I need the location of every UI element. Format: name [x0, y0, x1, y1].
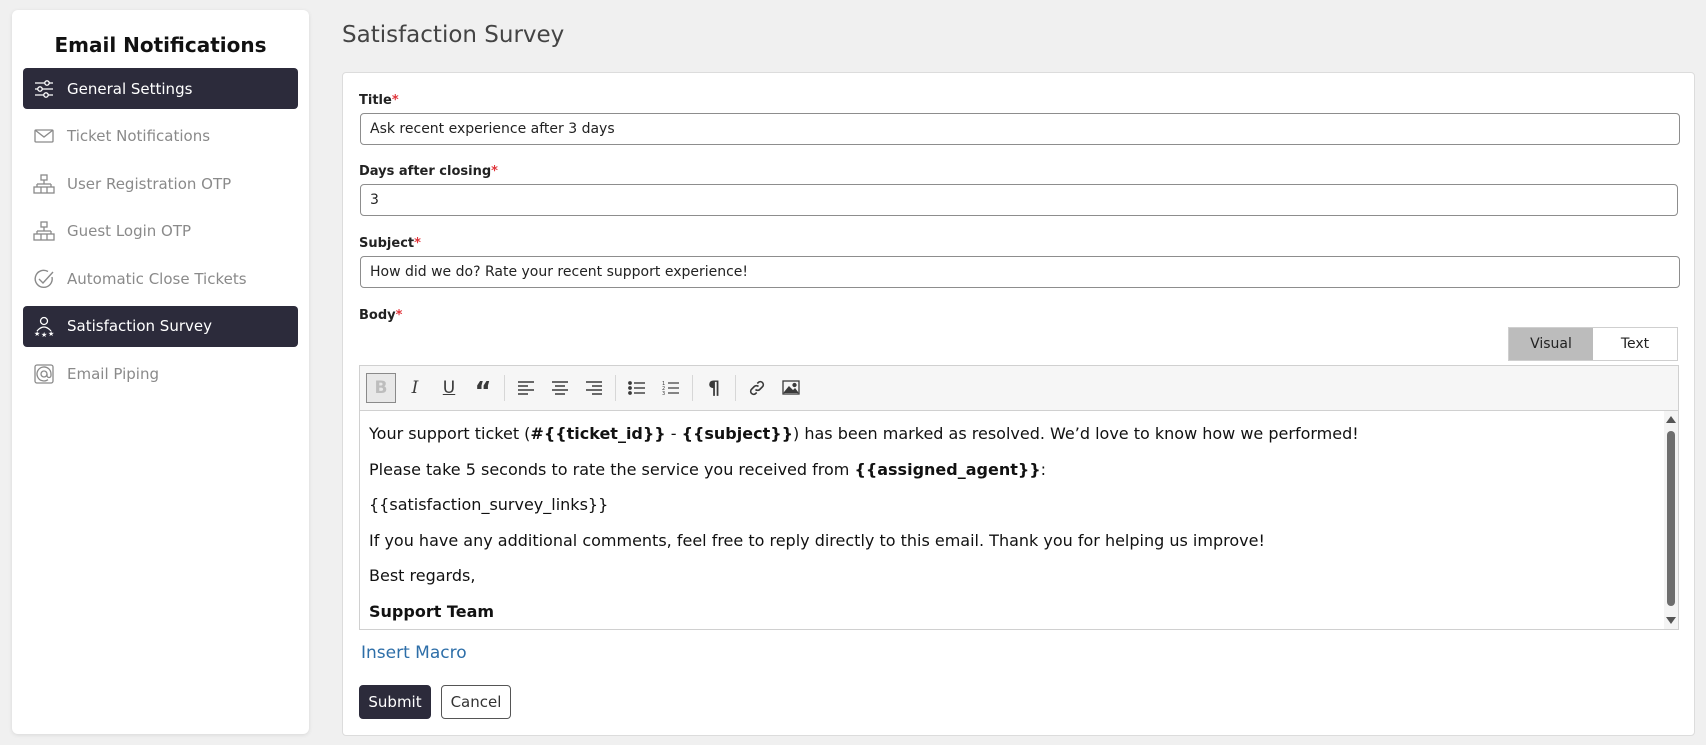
- sidebar-item-label: Email Piping: [67, 364, 159, 383]
- sidebar: Email Notifications General Settings Tic…: [12, 10, 309, 734]
- days-after-closing-input[interactable]: [360, 184, 1678, 216]
- insert-macro-link[interactable]: Insert Macro: [361, 643, 467, 663]
- body-line: Your support ticket (#{{ticket_id}} - {{…: [369, 424, 1359, 443]
- network-icon: [33, 173, 55, 195]
- sidebar-item-satisfaction-survey[interactable]: ★ ★ ★ Satisfaction Survey: [23, 305, 298, 347]
- bold-icon: B: [374, 378, 388, 398]
- required-mark: *: [414, 236, 421, 251]
- svg-text:★: ★: [41, 331, 47, 337]
- sidebar-item-general-settings[interactable]: General Settings: [23, 68, 298, 109]
- paragraph-icon: ¶: [707, 377, 721, 399]
- editor-mode-toggle: Visual Text: [1508, 327, 1678, 361]
- cancel-button[interactable]: Cancel: [441, 685, 511, 719]
- required-mark: *: [391, 93, 399, 108]
- sidebar-item-label: Automatic Close Tickets: [67, 269, 247, 288]
- svg-text:★: ★: [34, 330, 40, 337]
- scroll-down-arrow-icon[interactable]: [1666, 617, 1676, 624]
- user-stars-icon: ★ ★ ★: [33, 315, 55, 337]
- sidebar-list: General Settings Ticket Notifications Us…: [12, 68, 309, 394]
- body-line: {{satisfaction_survey_links}}: [369, 495, 609, 514]
- numbered-list-icon: 123: [662, 381, 679, 397]
- check-circle-icon: [33, 268, 55, 290]
- italic-button[interactable]: I: [400, 373, 430, 403]
- body-line: Best regards,: [369, 566, 476, 585]
- svg-text:3: 3: [662, 391, 665, 397]
- subject-input[interactable]: [360, 256, 1680, 288]
- blockquote-button[interactable]: “: [468, 373, 498, 407]
- body-editor: B I U “ 123 ¶ Your support ticket (#{{ti…: [359, 365, 1679, 630]
- required-mark: *: [395, 308, 403, 323]
- title-input[interactable]: [360, 113, 1680, 145]
- editor-toolbar: B I U “ 123 ¶: [360, 366, 1678, 411]
- scroll-up-arrow-icon[interactable]: [1666, 416, 1676, 423]
- svg-text:★: ★: [48, 330, 54, 337]
- bullet-list-icon: [628, 381, 645, 395]
- numbered-list-button[interactable]: 123: [656, 373, 686, 403]
- sidebar-item-label: Guest Login OTP: [67, 222, 192, 240]
- network-icon: [33, 220, 55, 242]
- sidebar-item-guest-login-otp[interactable]: Guest Login OTP: [23, 211, 298, 252]
- underline-button[interactable]: U: [434, 373, 464, 403]
- bold-button[interactable]: B: [366, 373, 396, 403]
- form-panel: Title* Days after closing* Subject* Body…: [342, 72, 1695, 736]
- bullet-list-button[interactable]: [622, 373, 652, 403]
- toolbar-divider: [504, 375, 505, 401]
- align-center-icon: [552, 381, 568, 395]
- toolbar-divider: [692, 375, 693, 401]
- tab-visual[interactable]: Visual: [1509, 328, 1593, 360]
- sliders-icon: [33, 78, 55, 100]
- submit-button[interactable]: Submit: [359, 685, 431, 719]
- toolbar-divider: [735, 375, 736, 401]
- sidebar-item-ticket-notifications[interactable]: Ticket Notifications: [23, 116, 298, 157]
- editor-content[interactable]: Your support ticket (#{{ticket_id}} - {{…: [360, 411, 1664, 629]
- page-title: Satisfaction Survey: [342, 22, 565, 48]
- align-center-button[interactable]: [545, 373, 575, 403]
- scroll-thumb[interactable]: [1667, 431, 1675, 606]
- paragraph-button[interactable]: ¶: [699, 373, 729, 403]
- title-label: Title*: [359, 93, 399, 108]
- sidebar-title: Email Notifications: [54, 33, 267, 57]
- align-right-button[interactable]: [579, 373, 609, 403]
- required-mark: *: [491, 164, 498, 179]
- insert-image-button[interactable]: [776, 373, 806, 403]
- body-line: Support Team: [369, 601, 495, 621]
- toolbar-divider: [615, 375, 616, 401]
- sidebar-item-user-registration-otp[interactable]: User Registration OTP: [23, 163, 298, 204]
- days-after-closing-label: Days after closing*: [359, 164, 498, 179]
- align-left-icon: [518, 381, 534, 395]
- sidebar-item-label: Ticket Notifications: [67, 127, 211, 145]
- sidebar-item-label: Satisfaction Survey: [67, 317, 212, 335]
- body-line: If you have any additional comments, fee…: [369, 530, 1265, 550]
- body-label: Body*: [359, 308, 403, 323]
- quote-icon: “: [474, 377, 492, 407]
- subject-label: Subject*: [359, 236, 421, 251]
- editor-scrollbar[interactable]: [1664, 411, 1678, 629]
- image-icon: [782, 380, 800, 395]
- insert-link-button[interactable]: [742, 373, 772, 403]
- body-line: Please take 5 seconds to rate the servic…: [369, 459, 1047, 479]
- sidebar-item-email-piping[interactable]: Email Piping: [23, 353, 298, 394]
- italic-icon: I: [411, 378, 419, 398]
- align-left-button[interactable]: [511, 373, 541, 403]
- sidebar-item-automatic-close-tickets[interactable]: Automatic Close Tickets: [23, 258, 298, 299]
- link-icon: [749, 380, 765, 396]
- align-right-icon: [586, 381, 602, 395]
- sidebar-item-label: General Settings: [67, 79, 193, 98]
- sidebar-item-label: User Registration OTP: [67, 174, 232, 193]
- envelope-icon: [33, 125, 55, 147]
- underline-icon: U: [442, 378, 456, 398]
- tab-text[interactable]: Text: [1593, 328, 1677, 360]
- at-icon: [33, 363, 55, 385]
